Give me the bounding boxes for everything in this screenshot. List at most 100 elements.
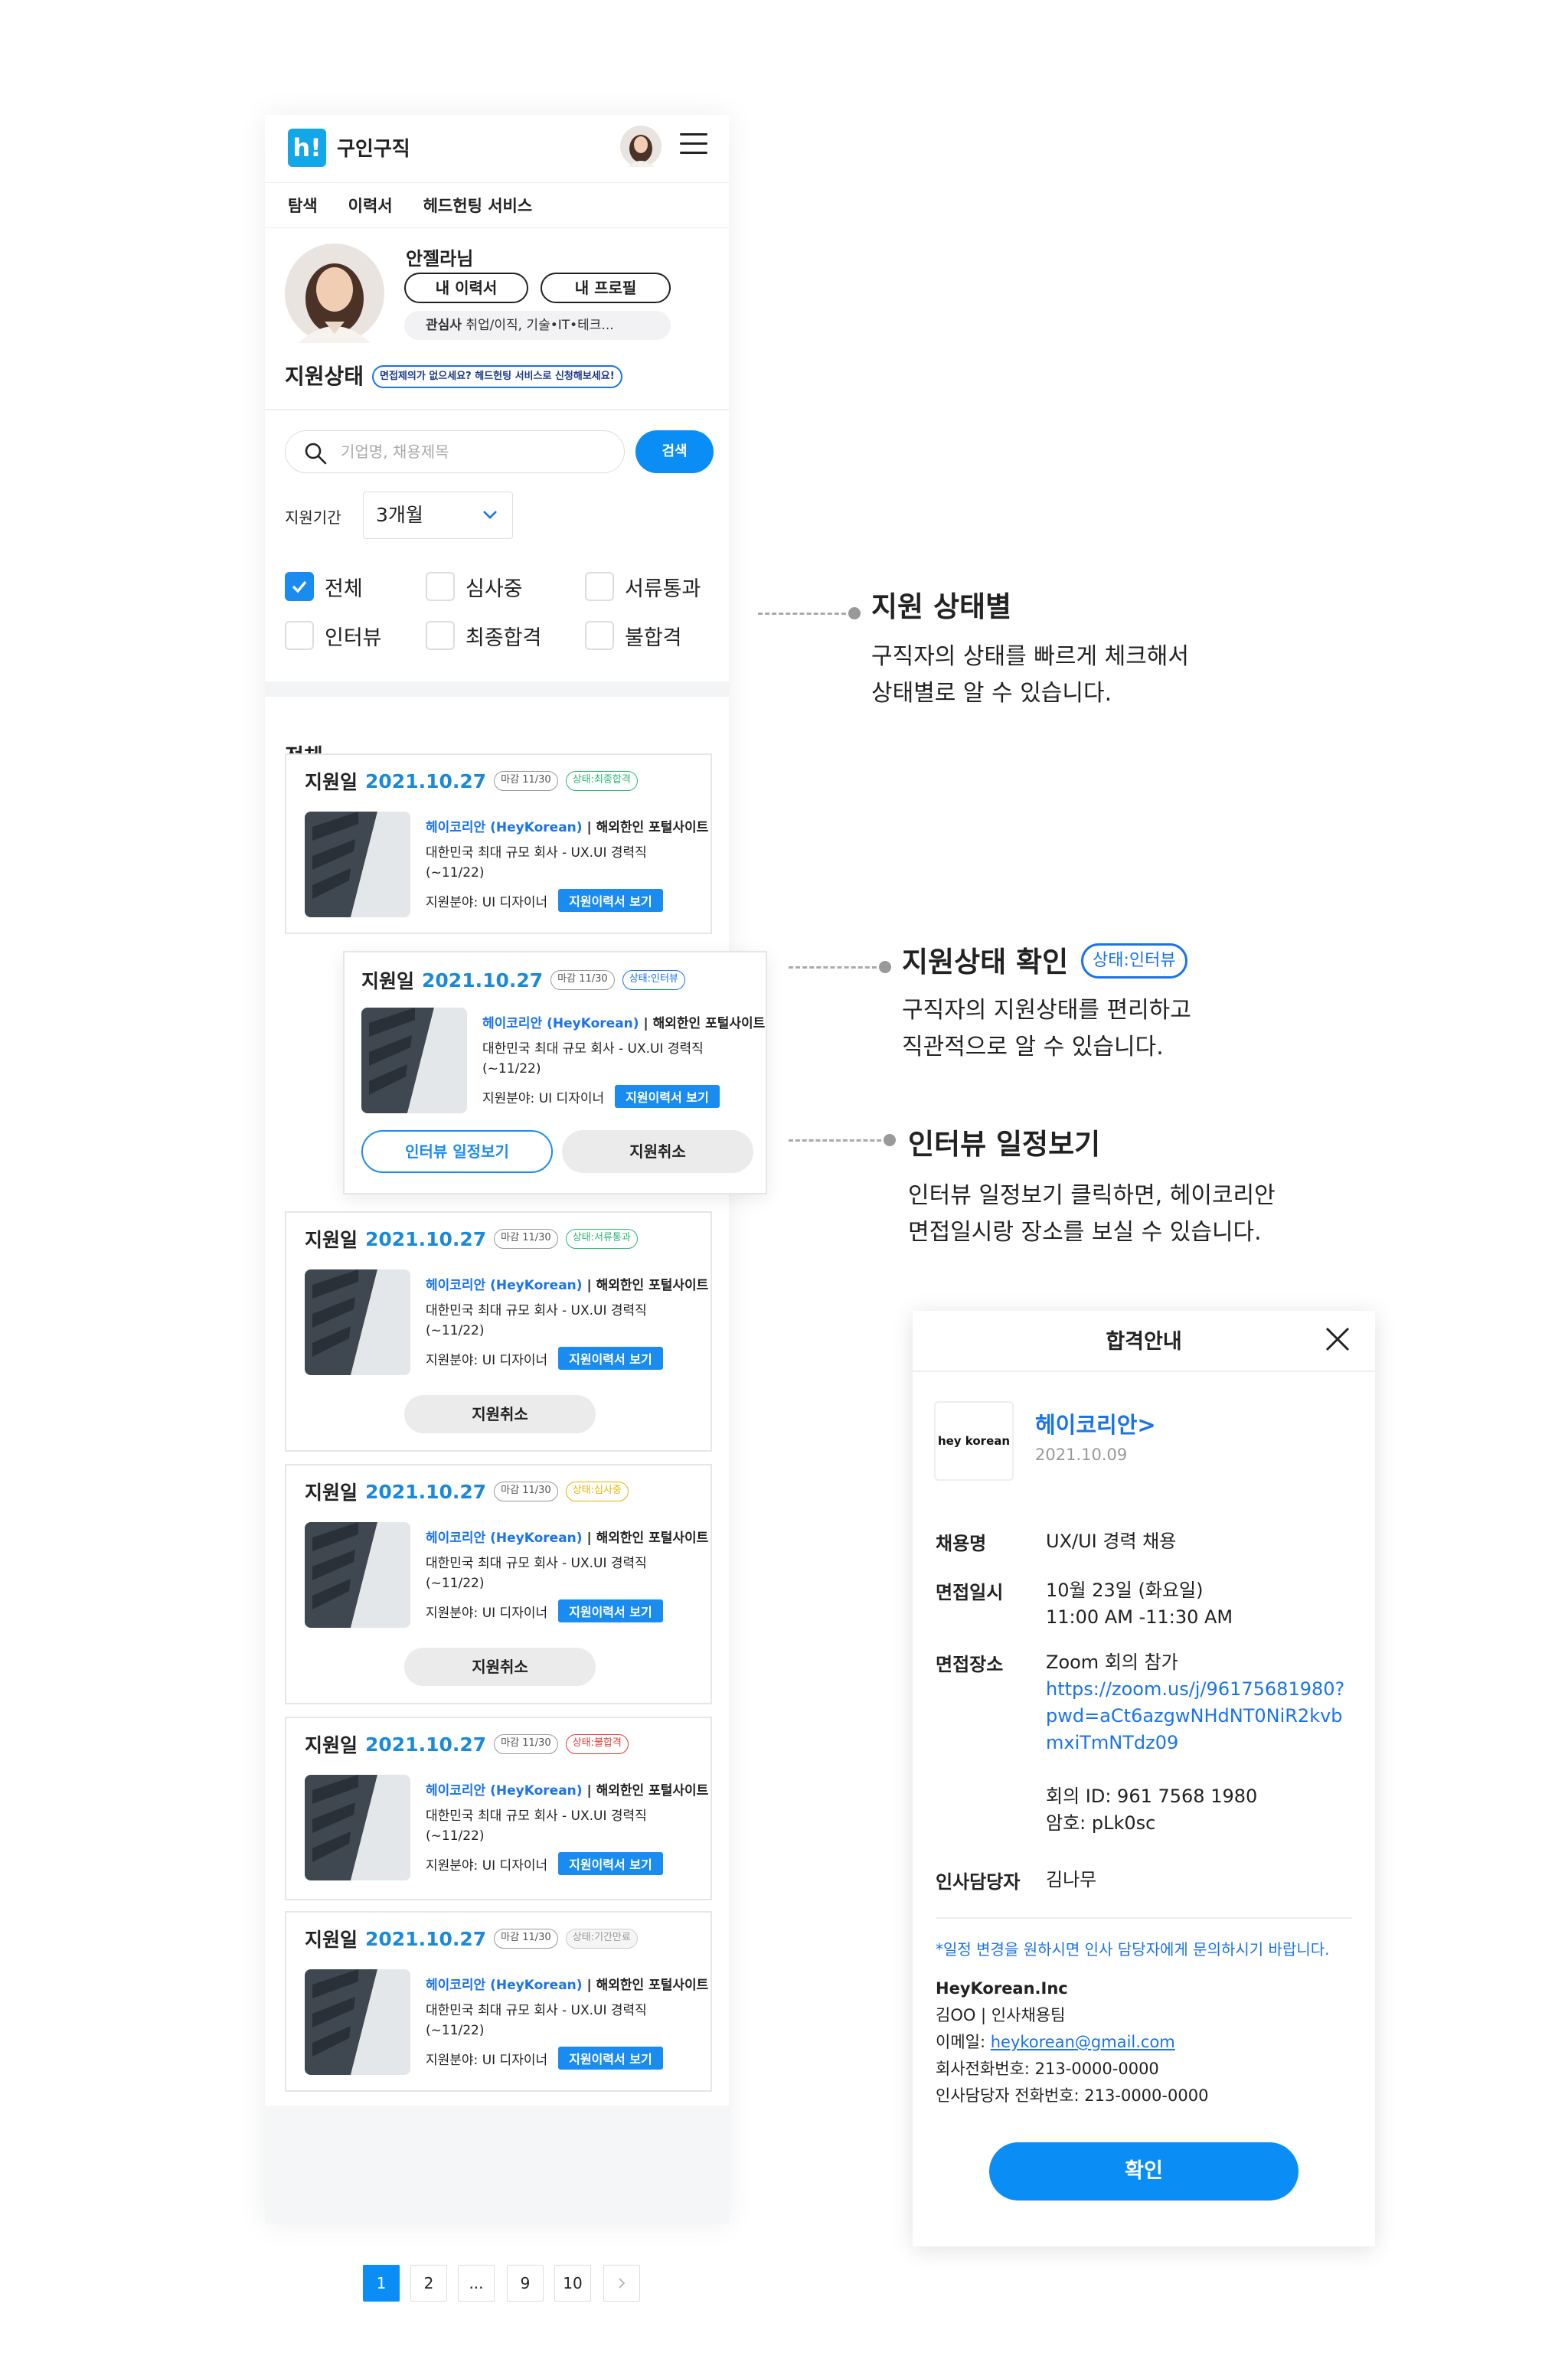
checkbox-label: 최종합격 xyxy=(466,626,542,650)
interest-tag[interactable]: 관심사 취업/이직, 기술•IT•테크... xyxy=(404,311,671,340)
nav-item-resume[interactable]: 이력서 xyxy=(348,194,393,217)
confirm-button[interactable]: 확인 xyxy=(989,2142,1298,2201)
company-name-link[interactable]: 헤이코리안 (HeyKorean) xyxy=(426,1783,583,1799)
nav-item-explore[interactable]: 탐색 xyxy=(288,194,318,217)
card-header: 지원일 2021.10.27 마감 11/30 상태:심사중 xyxy=(305,1478,629,1505)
deadline-badge: 마감 11/30 xyxy=(494,1929,558,1949)
company-thumbnail xyxy=(305,1969,410,2075)
filter-checkbox-final-pass[interactable]: 최종합격 xyxy=(426,620,541,651)
avatar[interactable] xyxy=(620,126,662,167)
period-select[interactable]: 3개월 xyxy=(363,492,513,539)
zoom-link[interactable]: https://zoom.us/j/96175681980? pwd=aCt6az… xyxy=(1046,1676,1344,1756)
view-resume-button[interactable]: 지원이력서 보기 xyxy=(615,1085,720,1108)
job-period: (~11/22) xyxy=(426,1828,485,1844)
nav-item-headhunting[interactable]: 헤드헌팅 서비스 xyxy=(423,194,533,217)
my-profile-button[interactable]: 내 프로필 xyxy=(541,273,671,303)
interest-label: 관심사 xyxy=(426,318,462,333)
schedule-change-note: *일정 변경을 원하시면 인사 담당자에게 문의하시기 바랍니다. xyxy=(936,1940,1330,1959)
view-resume-button[interactable]: 지원이력서 보기 xyxy=(558,889,663,912)
annotation-title: 지원 상태별 xyxy=(871,590,1012,623)
apply-label: 지원일 xyxy=(305,771,358,793)
page-button[interactable]: 1 xyxy=(363,2265,400,2302)
app-title: 구인구직 xyxy=(337,138,410,161)
job-title: 대한민국 최대 규모 회사 - UX.UI 경력직 xyxy=(426,1808,647,1824)
checkbox-label: 서류통과 xyxy=(625,577,701,601)
company-desc: | 해외한인 포털사이트 xyxy=(586,820,709,835)
company-link[interactable]: 헤이코리안> xyxy=(1035,1407,1156,1439)
annotation-desc: 인터뷰 일정보기 클릭하면, 헤이코리안 면접일시랑 장소를 보실 수 있습니다. xyxy=(908,1182,1276,1246)
cancel-application-button[interactable]: 지원취소 xyxy=(404,1648,596,1686)
annotation-desc: 구직자의 지원상태를 편리하고 직관적으로 알 수 있습니다. xyxy=(902,997,1191,1060)
filter-checkbox-interview[interactable]: 인터뷰 xyxy=(285,620,382,651)
status-badge: 상태:인터뷰 xyxy=(1081,943,1187,979)
checkbox-label: 심사중 xyxy=(466,577,523,601)
contact-info: HeyKorean.Inc 김OO | 인사채용팀 이메일: heykorean… xyxy=(936,1975,1208,2109)
headhunting-promo-badge[interactable]: 면접제의가 없으세요? 헤드헌팅 서비스로 신청해보세요! xyxy=(372,365,622,388)
company-phone: 회사전화번호: 213-0000-0000 xyxy=(936,2060,1159,2078)
job-period: (~11/22) xyxy=(426,865,485,881)
checkbox-icon xyxy=(426,572,455,601)
job-info: 헤이코리안 (HeyKorean) | 해외한인 포털사이트 대한민국 최대 규… xyxy=(426,816,708,912)
page-ellipsis[interactable]: ... xyxy=(458,2265,495,2302)
company-desc: | 해외한인 포털사이트 xyxy=(586,1278,709,1293)
info-value: UX/UI 경력 채용 xyxy=(1046,1531,1177,1552)
info-value: 김나무 xyxy=(1046,1869,1097,1890)
card-header: 지원일 2021.10.27 마감 11/30 상태:불합격 xyxy=(305,1730,629,1758)
page-button[interactable]: 9 xyxy=(507,2265,544,2302)
hamburger-menu-icon[interactable] xyxy=(680,133,707,158)
profile-photo xyxy=(285,243,384,343)
hr-team: 김OO | 인사채용팀 xyxy=(936,2006,1066,2024)
cancel-application-button[interactable]: 지원취소 xyxy=(562,1130,753,1173)
view-resume-button[interactable]: 지원이력서 보기 xyxy=(558,1852,663,1875)
job-info: 헤이코리안 (HeyKorean) | 해외한인 포털사이트 대한민국 최대 규… xyxy=(482,1012,765,1108)
app-logo[interactable]: h! xyxy=(288,129,326,167)
job-title: 대한민국 최대 규모 회사 - UX.UI 경력직 xyxy=(426,1556,647,1571)
connector-line xyxy=(758,613,853,615)
my-resume-button[interactable]: 내 이력서 xyxy=(404,273,528,303)
filter-checkbox-fail[interactable]: 불합격 xyxy=(585,620,682,651)
apply-label: 지원일 xyxy=(305,1229,358,1251)
divider xyxy=(913,1371,1375,1372)
company-name-link[interactable]: 헤이코리안 (HeyKorean) xyxy=(426,820,583,835)
view-resume-button[interactable]: 지원이력서 보기 xyxy=(558,2047,663,2070)
modal-title: 합격안내 xyxy=(1106,1330,1182,1354)
divider xyxy=(936,1917,1352,1919)
status-badge: 상태:서류통과 xyxy=(565,1229,638,1249)
view-resume-button[interactable]: 지원이력서 보기 xyxy=(558,1599,663,1622)
section-divider xyxy=(265,681,729,697)
view-interview-schedule-button[interactable]: 인터뷰 일정보기 xyxy=(361,1130,553,1173)
user-name: 안젤라님 xyxy=(406,248,474,270)
checkbox-icon xyxy=(585,621,614,650)
company-name-link[interactable]: 헤이코리안 (HeyKorean) xyxy=(426,1978,583,1993)
status-title: 지원상태 xyxy=(285,364,364,389)
search-input[interactable] xyxy=(341,433,616,471)
filter-checkbox-all[interactable]: 전체 xyxy=(285,571,363,602)
company-name-link[interactable]: 헤이코리안 (HeyKorean) xyxy=(426,1278,583,1293)
job-info: 헤이코리안 (HeyKorean) | 해외한인 포털사이트 대한민국 최대 규… xyxy=(426,1974,708,2070)
cancel-application-button[interactable]: 지원취소 xyxy=(404,1395,596,1433)
view-resume-button[interactable]: 지원이력서 보기 xyxy=(558,1347,663,1370)
page-button[interactable]: 10 xyxy=(554,2265,591,2302)
filter-checkbox-document-pass[interactable]: 서류통과 xyxy=(585,571,701,602)
connector-dot xyxy=(848,607,861,619)
page-button[interactable]: 2 xyxy=(410,2265,447,2302)
search-bar xyxy=(285,430,625,473)
company-name-link[interactable]: 헤이코리안 (HeyKorean) xyxy=(426,1531,583,1546)
search-button[interactable]: 검색 xyxy=(635,430,714,473)
company-thumbnail xyxy=(305,1269,410,1375)
apply-date: 2021.10.27 xyxy=(422,969,544,992)
card-header: 지원일 2021.10.27 마감 11/30 상태:인터뷰 xyxy=(361,966,685,994)
status-badge: 상태:최종합격 xyxy=(565,771,638,791)
deadline-badge: 마감 11/30 xyxy=(550,970,615,990)
close-icon[interactable] xyxy=(1325,1326,1351,1352)
email-link[interactable]: heykorean@gmail.com xyxy=(991,2033,1175,2051)
job-period: (~11/22) xyxy=(426,1323,485,1338)
application-card: 지원일 2021.10.27 마감 11/30 상태:기간만료 헤이코리안 (H… xyxy=(285,1911,712,2092)
filter-checkbox-review[interactable]: 심사중 xyxy=(426,571,523,602)
job-period: (~11/22) xyxy=(426,1576,485,1591)
next-page-button[interactable] xyxy=(603,2265,640,2302)
company-name-link[interactable]: 헤이코리안 (HeyKorean) xyxy=(482,1016,639,1031)
apply-label: 지원일 xyxy=(361,970,415,992)
job-period: (~11/22) xyxy=(482,1061,541,1077)
company-thumbnail xyxy=(361,1008,467,1113)
